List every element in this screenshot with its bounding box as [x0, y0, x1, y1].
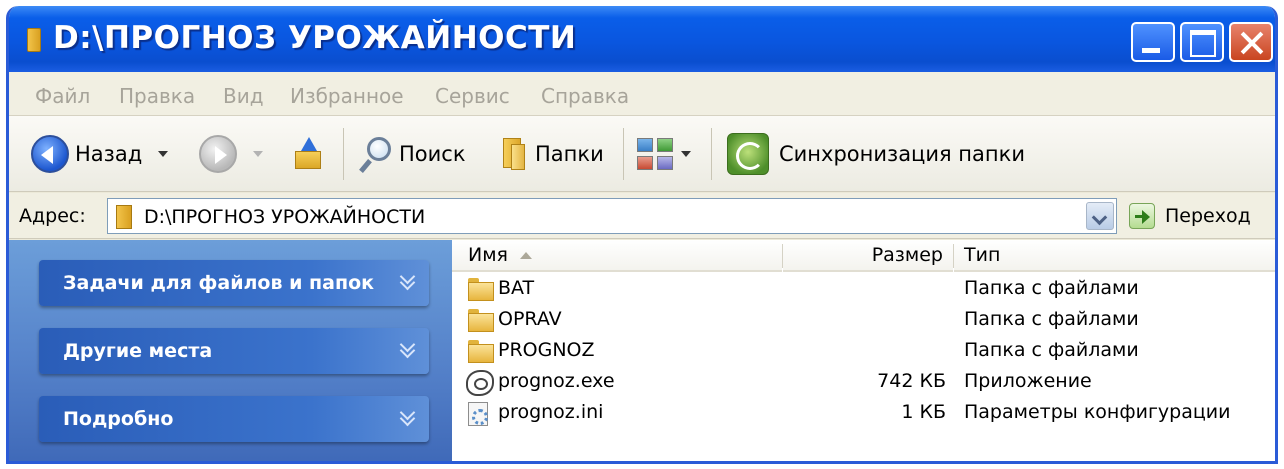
- menu-view[interactable]: Вид: [223, 84, 264, 108]
- column-header-type[interactable]: Тип: [954, 240, 1275, 272]
- views-icon: [637, 136, 677, 172]
- file-row[interactable]: PROGNOZ Папка с файлами: [452, 336, 1275, 367]
- column-size-label: Размер: [871, 244, 943, 266]
- file-name: BAT: [498, 277, 535, 299]
- file-type: Папка с файлами: [964, 308, 1139, 330]
- file-type: Папка с файлами: [964, 339, 1139, 361]
- task-section-file-tasks[interactable]: Задачи для файлов и папок: [39, 260, 429, 306]
- column-header-size[interactable]: Размер: [783, 240, 953, 272]
- sync-label: Синхронизация папки: [779, 142, 1025, 166]
- views-dropdown-icon[interactable]: [681, 151, 691, 157]
- folder-icon: [116, 205, 132, 229]
- ini-file-icon: [468, 402, 488, 426]
- folder-icon: [468, 309, 494, 332]
- file-name: PROGNOZ: [498, 339, 595, 361]
- search-label: Поиск: [399, 142, 466, 166]
- folder-icon: [468, 340, 494, 363]
- chevron-down-icon[interactable]: [399, 273, 417, 291]
- maximize-button[interactable]: [1180, 22, 1224, 62]
- menu-file[interactable]: Файл: [35, 84, 90, 108]
- task-section-title: Задачи для файлов и папок: [63, 272, 375, 294]
- menu-tools[interactable]: Сервис: [435, 84, 510, 108]
- go-arrow-icon: [1129, 203, 1155, 229]
- column-name-label: Имя: [468, 244, 508, 266]
- back-dropdown-icon[interactable]: [158, 151, 169, 157]
- window-title: D:\ПРОГНОЗ УРОЖАЙНОСТИ: [53, 20, 577, 56]
- menu-help[interactable]: Справка: [541, 84, 629, 108]
- menu-favorites[interactable]: Избранное: [290, 84, 404, 108]
- task-section-title: Другие места: [63, 340, 213, 362]
- file-list: Имя Размер Тип BAT Папка с файлами OPRAV…: [452, 240, 1275, 461]
- back-arrow-icon: [31, 135, 69, 173]
- toolbar-separator: [343, 128, 344, 180]
- go-button[interactable]: Переход: [1129, 199, 1251, 233]
- task-section-title: Подробно: [63, 408, 174, 430]
- views-button[interactable]: [637, 116, 691, 192]
- file-type: Приложение: [964, 370, 1092, 392]
- explorer-window: D:\ПРОГНОЗ УРОЖАЙНОСТИ Файл Правка Вид И…: [6, 6, 1278, 464]
- exe-icon: [466, 370, 494, 396]
- file-row[interactable]: prognoz.exe 742 КБ Приложение: [452, 367, 1275, 398]
- title-bar[interactable]: D:\ПРОГНОЗ УРОЖАЙНОСТИ: [9, 6, 1275, 72]
- file-name: OPRAV: [498, 308, 562, 330]
- menu-bar: Файл Правка Вид Избранное Сервис Справка: [9, 72, 1275, 116]
- file-size: 742 КБ: [877, 370, 946, 392]
- folders-button[interactable]: Папки: [499, 116, 604, 192]
- file-type: Параметры конфигурации: [964, 401, 1231, 423]
- minimize-button[interactable]: [1131, 22, 1175, 62]
- column-type-label: Тип: [964, 244, 1001, 266]
- file-row[interactable]: OPRAV Папка с файлами: [452, 305, 1275, 336]
- address-label: Адрес:: [19, 205, 86, 227]
- folders-label: Папки: [535, 142, 604, 166]
- file-row[interactable]: BAT Папка с файлами: [452, 274, 1275, 305]
- forward-button[interactable]: [199, 116, 263, 192]
- file-size: 1 КБ: [901, 401, 946, 423]
- toolbar-separator: [623, 128, 624, 180]
- address-input[interactable]: D:\ПРОГНОЗ УРОЖАЙНОСТИ: [107, 198, 1117, 234]
- file-type: Папка с файлами: [964, 277, 1139, 299]
- task-pane: Задачи для файлов и папок Другие места П…: [9, 240, 452, 461]
- back-button[interactable]: Назад: [31, 116, 169, 192]
- address-bar: Адрес: D:\ПРОГНОЗ УРОЖАЙНОСТИ Переход: [9, 193, 1275, 239]
- forward-dropdown-icon[interactable]: [253, 151, 263, 157]
- back-label: Назад: [75, 142, 143, 166]
- folder-up-icon: [293, 137, 323, 171]
- address-dropdown-icon[interactable]: [1086, 202, 1114, 230]
- search-button[interactable]: Поиск: [359, 116, 466, 192]
- forward-arrow-icon: [199, 135, 237, 173]
- folder-icon: [468, 278, 494, 301]
- menu-edit[interactable]: Правка: [119, 84, 195, 108]
- up-folder-button[interactable]: [293, 116, 323, 192]
- folder-icon: [27, 28, 41, 52]
- toolbar: Назад Поиск Папки Синхронизация папки: [9, 116, 1275, 192]
- file-row[interactable]: prognoz.ini 1 КБ Параметры конфигурации: [452, 398, 1275, 429]
- sync-folder-button[interactable]: Синхронизация папки: [727, 116, 1025, 192]
- task-section-details[interactable]: Подробно: [39, 396, 429, 442]
- toolbar-separator: [711, 128, 712, 180]
- task-section-other-places[interactable]: Другие места: [39, 328, 429, 374]
- file-name: prognoz.exe: [498, 370, 615, 392]
- file-name: prognoz.ini: [498, 401, 604, 423]
- chevron-down-icon[interactable]: [399, 341, 417, 359]
- sort-ascending-icon: [519, 252, 532, 259]
- chevron-down-icon[interactable]: [399, 409, 417, 427]
- go-label: Переход: [1165, 205, 1251, 227]
- folders-icon: [499, 136, 529, 172]
- close-button[interactable]: [1229, 22, 1273, 62]
- sync-icon: [727, 133, 769, 175]
- address-value[interactable]: D:\ПРОГНОЗ УРОЖАЙНОСТИ: [144, 206, 425, 228]
- column-header-name[interactable]: Имя: [452, 240, 782, 272]
- search-icon: [359, 135, 393, 173]
